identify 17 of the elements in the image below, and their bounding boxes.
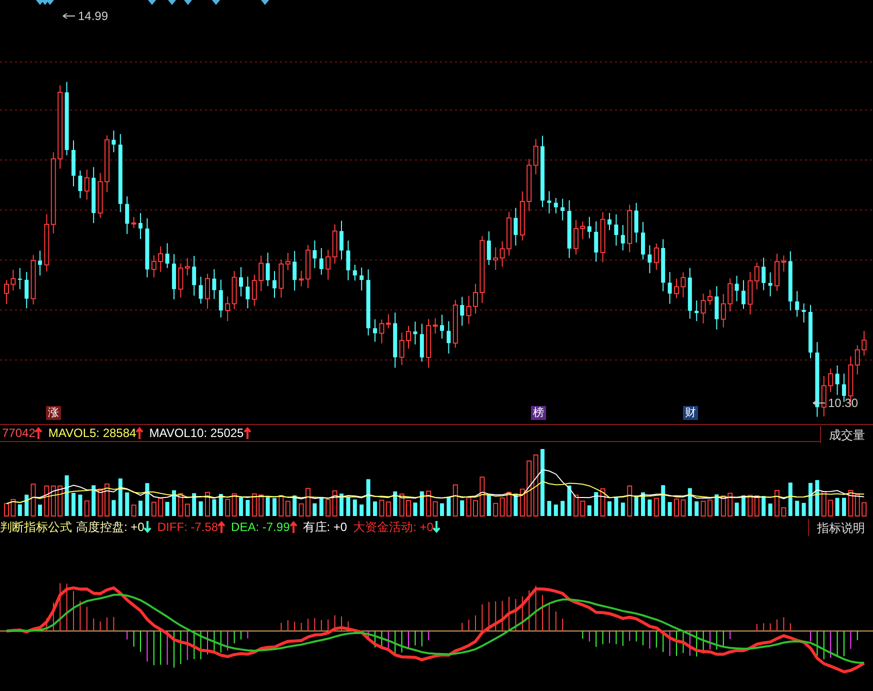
arrow-icon: [62, 13, 76, 19]
indicator-reading: 大资金活动: +0: [353, 519, 434, 536]
indicator-reading: MAVOL5: 28584: [48, 425, 136, 442]
price-label: 14.99: [78, 8, 108, 25]
price-label: 10.30: [828, 395, 858, 412]
event-marker[interactable]: 榜: [531, 406, 546, 420]
event-marker[interactable]: 涨: [46, 406, 61, 420]
event-marker[interactable]: 财: [683, 406, 698, 420]
indicator-reading: DIFF: -7.58: [157, 519, 218, 536]
indicator-reading: DEA: -7.99: [231, 519, 290, 536]
arrow-icon: [812, 400, 826, 406]
indicator-reading: 77042: [2, 425, 36, 442]
panel-button[interactable]: 成交量: [820, 426, 873, 443]
indicator-reading: 高度控盘: +0: [76, 519, 144, 536]
indicator-title: 判断指标公式: [0, 519, 72, 536]
indicator-reading: 有庄: +0: [302, 519, 348, 536]
indicator-reading: MAVOL10: 25025: [149, 425, 244, 442]
